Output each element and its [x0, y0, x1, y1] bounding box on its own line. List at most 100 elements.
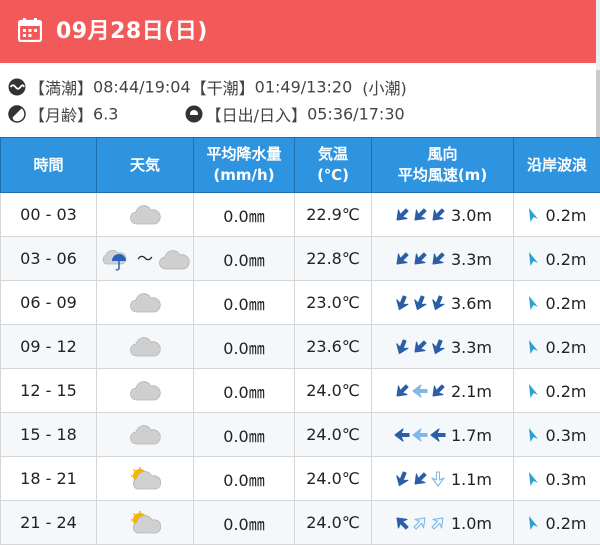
time-cell: 18 - 21	[1, 457, 97, 501]
wind-speed: 2.1m	[451, 382, 492, 401]
wave-direction-icon	[527, 515, 539, 531]
wind-direction-icon	[393, 250, 411, 268]
wave-height: 0.2m	[545, 294, 586, 313]
wind-speed: 1.0m	[451, 514, 492, 533]
partly-cloudy-icon	[129, 511, 161, 535]
weather-cell	[97, 501, 194, 545]
rain-umbrella-icon	[100, 248, 132, 272]
wind-direction-icon	[393, 382, 411, 400]
wave-direction-icon	[527, 471, 539, 487]
tide-icon	[8, 78, 26, 96]
cloud-icon	[129, 380, 161, 402]
weather-cell	[97, 413, 194, 457]
wind-speed: 1.1m	[451, 470, 492, 489]
wind-speed: 3.3m	[451, 338, 492, 357]
rain-cell: 0.0㎜	[194, 501, 295, 545]
wind-cell: 3.0m	[372, 193, 514, 237]
rain-cell: 0.0㎜	[194, 457, 295, 501]
table-row: 21 - 240.0㎜24.0℃1.0m0.2m	[1, 501, 600, 545]
wave-cell: 0.3m	[514, 413, 600, 457]
wind-direction-icon	[393, 206, 411, 224]
wind-cell: 2.1m	[372, 369, 514, 413]
wind-direction-icon	[429, 382, 447, 400]
table-row: 09 - 12 0.0㎜23.6℃ 3.3m 0.2m	[1, 325, 600, 369]
cloud-icon	[158, 249, 190, 271]
temp-cell: 22.9℃	[295, 193, 372, 237]
wave-direction-icon	[527, 427, 539, 443]
weather-transition: ～	[137, 249, 153, 268]
temp-cell: 23.6℃	[295, 325, 372, 369]
time-cell: 03 - 06	[1, 237, 97, 281]
time-cell: 15 - 18	[1, 413, 97, 457]
wind-direction-icon	[429, 206, 447, 224]
time-cell: 00 - 03	[1, 193, 97, 237]
calendar-icon	[18, 18, 42, 42]
temp-cell: 24.0℃	[295, 369, 372, 413]
wind-direction-icon	[411, 426, 429, 444]
wind-direction-icon	[429, 514, 447, 532]
wave-cell: 0.3m	[514, 457, 600, 501]
rain-cell: 0.0㎜	[194, 369, 295, 413]
wind-speed: 3.3m	[451, 250, 492, 269]
weather-cell	[97, 193, 194, 237]
rain-cell: 0.0㎜	[194, 325, 295, 369]
wind-speed: 1.7m	[451, 426, 492, 445]
wind-speed: 3.6m	[451, 294, 492, 313]
wind-direction-icon	[411, 338, 429, 356]
wave-height: 0.2m	[545, 250, 586, 269]
cloud-icon	[129, 424, 161, 446]
wind-direction-icon	[429, 426, 447, 444]
cloud-icon	[129, 336, 161, 358]
tide-info: 【満潮】08:44/19:04【干潮】01:49/13:20(小潮)	[8, 75, 407, 99]
table-row: 12 - 15 0.0㎜24.0℃ 2.1m 0.2m	[1, 369, 600, 413]
wind-direction-icon	[429, 294, 447, 312]
time-cell: 09 - 12	[1, 325, 97, 369]
weather-cell	[97, 281, 194, 325]
rain-cell: 0.0㎜	[194, 237, 295, 281]
wind-direction-icon	[411, 470, 429, 488]
partly-cloudy-icon	[129, 467, 161, 491]
table-row: 03 - 06 ～ 0.0㎜22.8℃ 3.3m 0.2m	[1, 237, 600, 281]
wave-direction-icon	[527, 295, 539, 311]
rain-cell: 0.0㎜	[194, 193, 295, 237]
moon-phase-icon	[8, 105, 26, 123]
wave-direction-icon	[527, 383, 539, 399]
wind-direction-icon	[393, 470, 411, 488]
rain-cell: 0.0㎜	[194, 413, 295, 457]
table-header-row: 時間 天気 平均降水量(mm/h) 気温(℃) 風向平均風速(m) 沿岸波浪	[1, 138, 600, 193]
col-header-time: 時間	[1, 138, 97, 193]
time-cell: 12 - 15	[1, 369, 97, 413]
col-header-wave: 沿岸波浪	[514, 138, 600, 193]
wave-height: 0.3m	[545, 426, 586, 445]
table-row: 00 - 03 0.0㎜22.9℃3.0m 0.2m	[1, 193, 600, 237]
weather-cell	[97, 325, 194, 369]
wind-cell: 3.3m	[372, 325, 514, 369]
wave-cell: 0.2m	[514, 237, 600, 281]
col-header-rain: 平均降水量(mm/h)	[194, 138, 295, 193]
wave-height: 0.2m	[545, 382, 586, 401]
wind-cell: 1.1m	[372, 457, 514, 501]
wave-cell: 0.2m	[514, 501, 600, 545]
wind-cell: 3.3m	[372, 237, 514, 281]
table-row: 18 - 210.0㎜24.0℃1.1m0.3m	[1, 457, 600, 501]
temp-cell: 24.0℃	[295, 501, 372, 545]
wave-height: 0.2m	[545, 338, 586, 357]
wave-direction-icon	[527, 251, 539, 267]
page-title: 09月28日(日)	[56, 13, 208, 45]
wind-direction-icon	[393, 338, 411, 356]
wind-direction-icon	[429, 338, 447, 356]
rain-cell: 0.0㎜	[194, 281, 295, 325]
temp-cell: 22.8℃	[295, 237, 372, 281]
sunrise-icon	[185, 105, 203, 123]
wave-height: 0.2m	[545, 206, 586, 225]
wind-cell: 3.6m	[372, 281, 514, 325]
wind-direction-icon	[393, 514, 411, 532]
temp-cell: 23.0℃	[295, 281, 372, 325]
time-cell: 06 - 09	[1, 281, 97, 325]
wind-direction-icon	[429, 250, 447, 268]
wave-cell: 0.2m	[514, 369, 600, 413]
col-header-wind: 風向平均風速(m)	[372, 138, 514, 193]
wind-direction-icon	[411, 294, 429, 312]
date-header: 09月28日(日)	[0, 0, 600, 63]
moon-sun-info: 【月齢】6.3 【日出/日入】05:36/17:30	[8, 102, 405, 126]
